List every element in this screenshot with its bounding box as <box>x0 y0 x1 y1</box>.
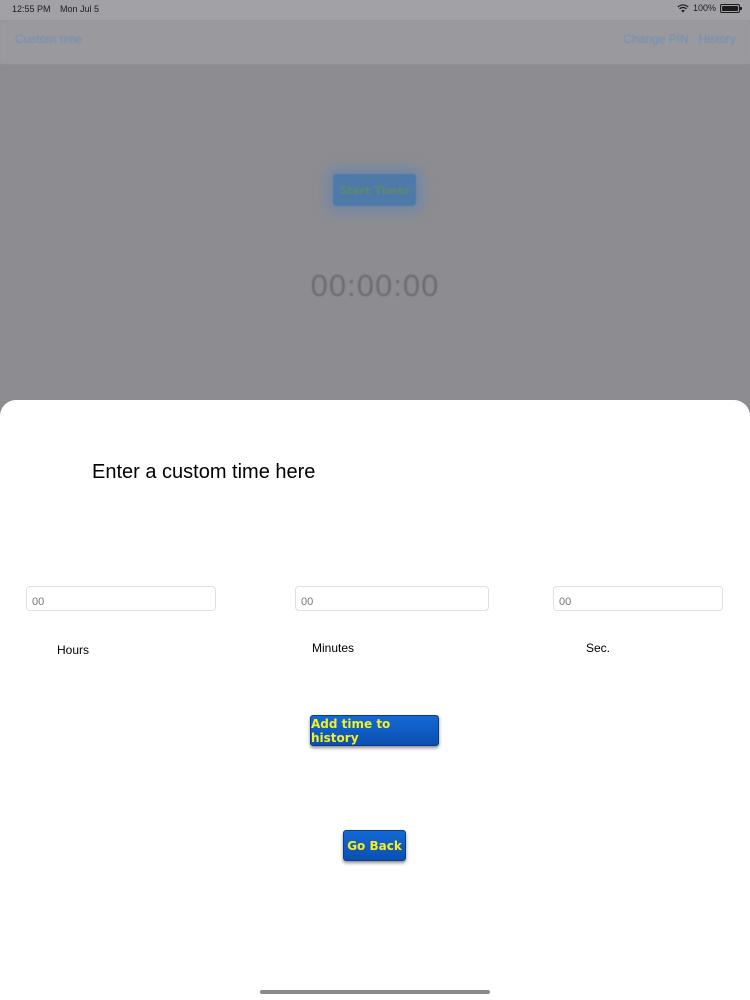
sheet-title: Enter a custom time here <box>92 461 316 483</box>
minutes-label: Minutes <box>312 641 355 655</box>
timer-display: 00:00:00 <box>310 268 440 303</box>
status-bar: 12:55 PM Mon Jul 5 100% <box>0 0 750 20</box>
hours-label: Hours <box>57 643 90 657</box>
add-time-to-history-button[interactable]: Add time to history <box>310 715 439 746</box>
nav-custom-time[interactable]: Custom time <box>15 32 82 46</box>
seconds-input[interactable] <box>553 586 723 611</box>
custom-time-sheet: Enter a custom time here Hours Minutes S… <box>0 400 750 1000</box>
go-back-button[interactable]: Go Back <box>343 830 406 861</box>
status-date: Mon Jul 5 <box>60 4 100 14</box>
hours-input[interactable] <box>26 586 216 611</box>
status-right: 100% <box>677 3 742 13</box>
nav-change-pin[interactable]: Change PIN <box>623 32 688 46</box>
nav-history[interactable]: History <box>699 32 736 46</box>
nav-right-items: Change PIN History <box>623 32 736 46</box>
seconds-label: Sec. <box>586 641 611 655</box>
wifi-icon <box>677 3 689 12</box>
battery-icon <box>720 3 742 13</box>
start-timer-button[interactable]: Start Timer <box>333 174 416 206</box>
battery-percent: 100% <box>692 3 716 13</box>
minutes-input[interactable] <box>295 586 489 611</box>
nav-bar: Custom time Change PIN History <box>0 20 750 64</box>
home-indicator[interactable] <box>260 990 490 994</box>
status-time: 12:55 PM <box>12 4 51 14</box>
